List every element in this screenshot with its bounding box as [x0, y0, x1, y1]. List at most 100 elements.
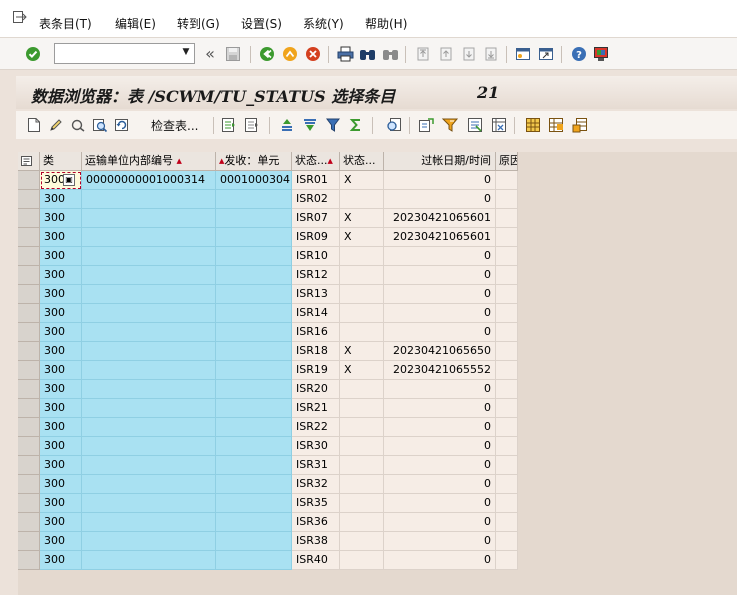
cell-party[interactable]: 0001000304 — [216, 171, 292, 190]
layout-icon[interactable] — [523, 115, 543, 135]
cell-posting-datetime[interactable]: 0 — [384, 532, 496, 551]
cell-tu-internal-number[interactable] — [82, 285, 216, 304]
row-selector[interactable] — [18, 342, 40, 361]
row-selector[interactable] — [18, 532, 40, 551]
cell-class[interactable]: 300 — [40, 551, 82, 570]
column-header-status-flag[interactable]: 状态... — [340, 152, 384, 171]
cell-party[interactable] — [216, 247, 292, 266]
row-selector[interactable] — [18, 494, 40, 513]
cell-tu-internal-number[interactable] — [82, 323, 216, 342]
cell-posting-datetime[interactable]: 0 — [384, 437, 496, 456]
cell-reason[interactable] — [496, 190, 518, 209]
new-entry-icon[interactable] — [24, 115, 44, 135]
cell-party[interactable] — [216, 494, 292, 513]
row-selector[interactable] — [18, 285, 40, 304]
back-green-icon[interactable] — [257, 44, 277, 64]
cell-posting-datetime[interactable]: 0 — [384, 418, 496, 437]
cell-tu-internal-number[interactable]: 00000000001000314 — [82, 171, 216, 190]
new-session-icon[interactable] — [513, 44, 533, 64]
cell-tu-internal-number[interactable] — [82, 209, 216, 228]
previous-page-icon[interactable] — [436, 44, 456, 64]
cell-class[interactable]: 300 — [40, 247, 82, 266]
value-help-icon[interactable]: ▣ — [63, 174, 75, 186]
select-all-rows-icon[interactable] — [18, 152, 40, 171]
cell-reason[interactable] — [496, 494, 518, 513]
customize-layout-icon[interactable] — [591, 44, 611, 64]
table-row[interactable]: 300 ISR22 0 — [18, 418, 518, 437]
cell-status-flag[interactable] — [340, 551, 384, 570]
table-row[interactable]: 300 ISR07 X 20230421065601 — [18, 209, 518, 228]
menu-settings[interactable]: 设置(S) — [241, 15, 282, 32]
cell-posting-datetime[interactable]: 20230421065601 — [384, 209, 496, 228]
cell-status-code[interactable]: ISR02 — [292, 190, 340, 209]
system-menu-icon[interactable] — [13, 11, 27, 23]
cell-posting-datetime[interactable]: 0 — [384, 380, 496, 399]
cell-posting-datetime[interactable]: 0 — [384, 494, 496, 513]
cell-status-code[interactable]: ISR16 — [292, 323, 340, 342]
cell-party[interactable] — [216, 266, 292, 285]
cell-posting-datetime[interactable]: 20230421065650 — [384, 342, 496, 361]
table-row[interactable]: 300 ISR21 0 — [18, 399, 518, 418]
table-row[interactable]: 300 ISR30 0 — [18, 437, 518, 456]
cell-class[interactable]: 300 — [40, 437, 82, 456]
cell-party[interactable] — [216, 304, 292, 323]
cell-reason[interactable] — [496, 247, 518, 266]
cell-posting-datetime[interactable]: 0 — [384, 475, 496, 494]
cell-party[interactable] — [216, 190, 292, 209]
cell-status-code[interactable]: ISR36 — [292, 513, 340, 532]
cell-status-flag[interactable] — [340, 437, 384, 456]
row-selector[interactable] — [18, 228, 40, 247]
cell-reason[interactable] — [496, 399, 518, 418]
filter-funnel-icon[interactable] — [323, 115, 343, 135]
table-row[interactable]: 300 ISR12 0 — [18, 266, 518, 285]
detail-icon[interactable] — [219, 115, 239, 135]
row-selector[interactable] — [18, 380, 40, 399]
row-selector[interactable] — [18, 323, 40, 342]
row-selector[interactable] — [18, 475, 40, 494]
column-header-tu-internal-number[interactable]: 运输单位内部编号 ▲ — [82, 152, 216, 171]
cell-class[interactable]: 300 — [40, 228, 82, 247]
cell-party[interactable] — [216, 399, 292, 418]
cell-posting-datetime[interactable]: 0 — [384, 285, 496, 304]
cell-tu-internal-number[interactable] — [82, 475, 216, 494]
cell-status-flag[interactable] — [340, 456, 384, 475]
cell-class[interactable]: 300 — [40, 380, 82, 399]
cell-status-code[interactable]: ISR14 — [292, 304, 340, 323]
cell-tu-internal-number[interactable] — [82, 437, 216, 456]
next-page-icon[interactable] — [459, 44, 479, 64]
cell-status-code[interactable]: ISR01 — [292, 171, 340, 190]
cell-reason[interactable] — [496, 532, 518, 551]
cell-party[interactable] — [216, 513, 292, 532]
first-page-icon[interactable] — [413, 44, 433, 64]
column-header-party[interactable]: ▲发收：单元 — [216, 152, 292, 171]
display-icon[interactable] — [90, 115, 110, 135]
cell-status-code[interactable]: ISR30 — [292, 437, 340, 456]
cell-status-code[interactable]: ISR13 — [292, 285, 340, 304]
cell-class[interactable]: 300 — [40, 190, 82, 209]
cell-status-flag[interactable] — [340, 285, 384, 304]
cell-status-flag[interactable] — [340, 532, 384, 551]
cell-party[interactable] — [216, 209, 292, 228]
cell-party[interactable] — [216, 456, 292, 475]
cell-posting-datetime[interactable]: 0 — [384, 190, 496, 209]
cell-class[interactable]: 300 — [40, 418, 82, 437]
command-field[interactable]: ▼ — [54, 43, 195, 64]
menu-edit[interactable]: 编辑(E) — [115, 15, 156, 32]
table-row[interactable]: 300 ISR19 X 20230421065552 — [18, 361, 518, 380]
cell-status-flag[interactable]: X — [340, 228, 384, 247]
cell-tu-internal-number[interactable] — [82, 304, 216, 323]
cell-status-flag[interactable] — [340, 418, 384, 437]
find-icon[interactable] — [357, 44, 377, 64]
cell-reason[interactable] — [496, 475, 518, 494]
row-selector[interactable] — [18, 513, 40, 532]
cell-class[interactable]: 300 — [40, 323, 82, 342]
row-selector[interactable] — [18, 247, 40, 266]
cell-status-code[interactable]: ISR35 — [292, 494, 340, 513]
find-icon[interactable] — [440, 115, 460, 135]
cell-reason[interactable] — [496, 342, 518, 361]
cell-posting-datetime[interactable]: 0 — [384, 266, 496, 285]
cell-party[interactable] — [216, 285, 292, 304]
cell-party[interactable] — [216, 323, 292, 342]
row-selector[interactable] — [18, 551, 40, 570]
table-row[interactable]: 300 ISR32 0 — [18, 475, 518, 494]
